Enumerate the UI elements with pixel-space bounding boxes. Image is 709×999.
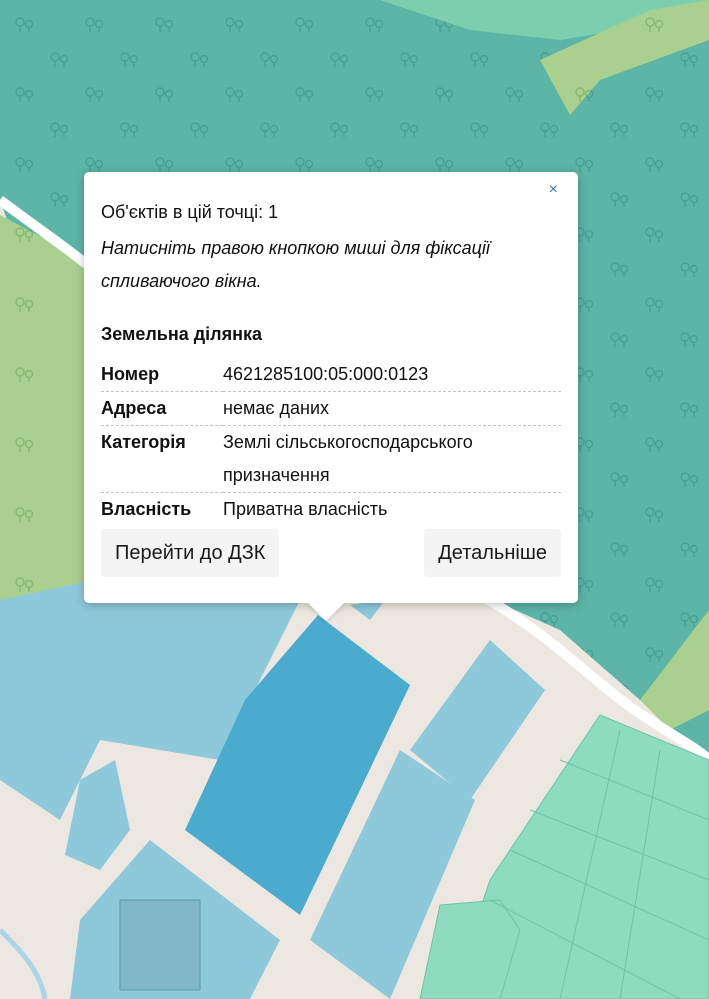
parcel-info-table: Номер 4621285100:05:000:0123 Адреса нема… [101,358,561,526]
row-key-number: Номер [101,358,223,392]
row-value-address: немає даних [223,391,561,426]
row-key-category: Категорія [101,425,223,493]
close-icon[interactable]: × [549,180,558,200]
table-row: Власність Приватна власність [101,493,561,527]
row-value-category: Землі сільськогосподарського призначення [223,425,561,493]
go-to-dzk-button[interactable]: Перейти до ДЗК [101,529,280,577]
table-row: Адреса немає даних [101,391,561,426]
grass-area [0,215,85,600]
details-button[interactable]: Детальніше [424,529,561,577]
row-key-ownership: Власність [101,499,192,519]
land-parcel[interactable] [119,899,201,991]
row-value-number: 4621285100:05:000:0123 [223,358,561,392]
table-row: Категорія Землі сільськогосподарського п… [101,425,561,493]
section-title: Земельна ділянка [101,324,263,344]
row-key-address: Адреса [101,391,223,426]
table-row: Номер 4621285100:05:000:0123 [101,358,561,392]
popup-pointer [308,603,344,621]
popup-hint: Натисніть правою кнопкою миші для фіксац… [101,238,490,291]
row-value-ownership: Приватна власність [223,499,388,519]
feature-popup: × Об'єктів в цій точці: 1 Натисніть прав… [84,172,578,603]
objects-count: Об'єктів в цій точці: 1 [101,202,279,222]
